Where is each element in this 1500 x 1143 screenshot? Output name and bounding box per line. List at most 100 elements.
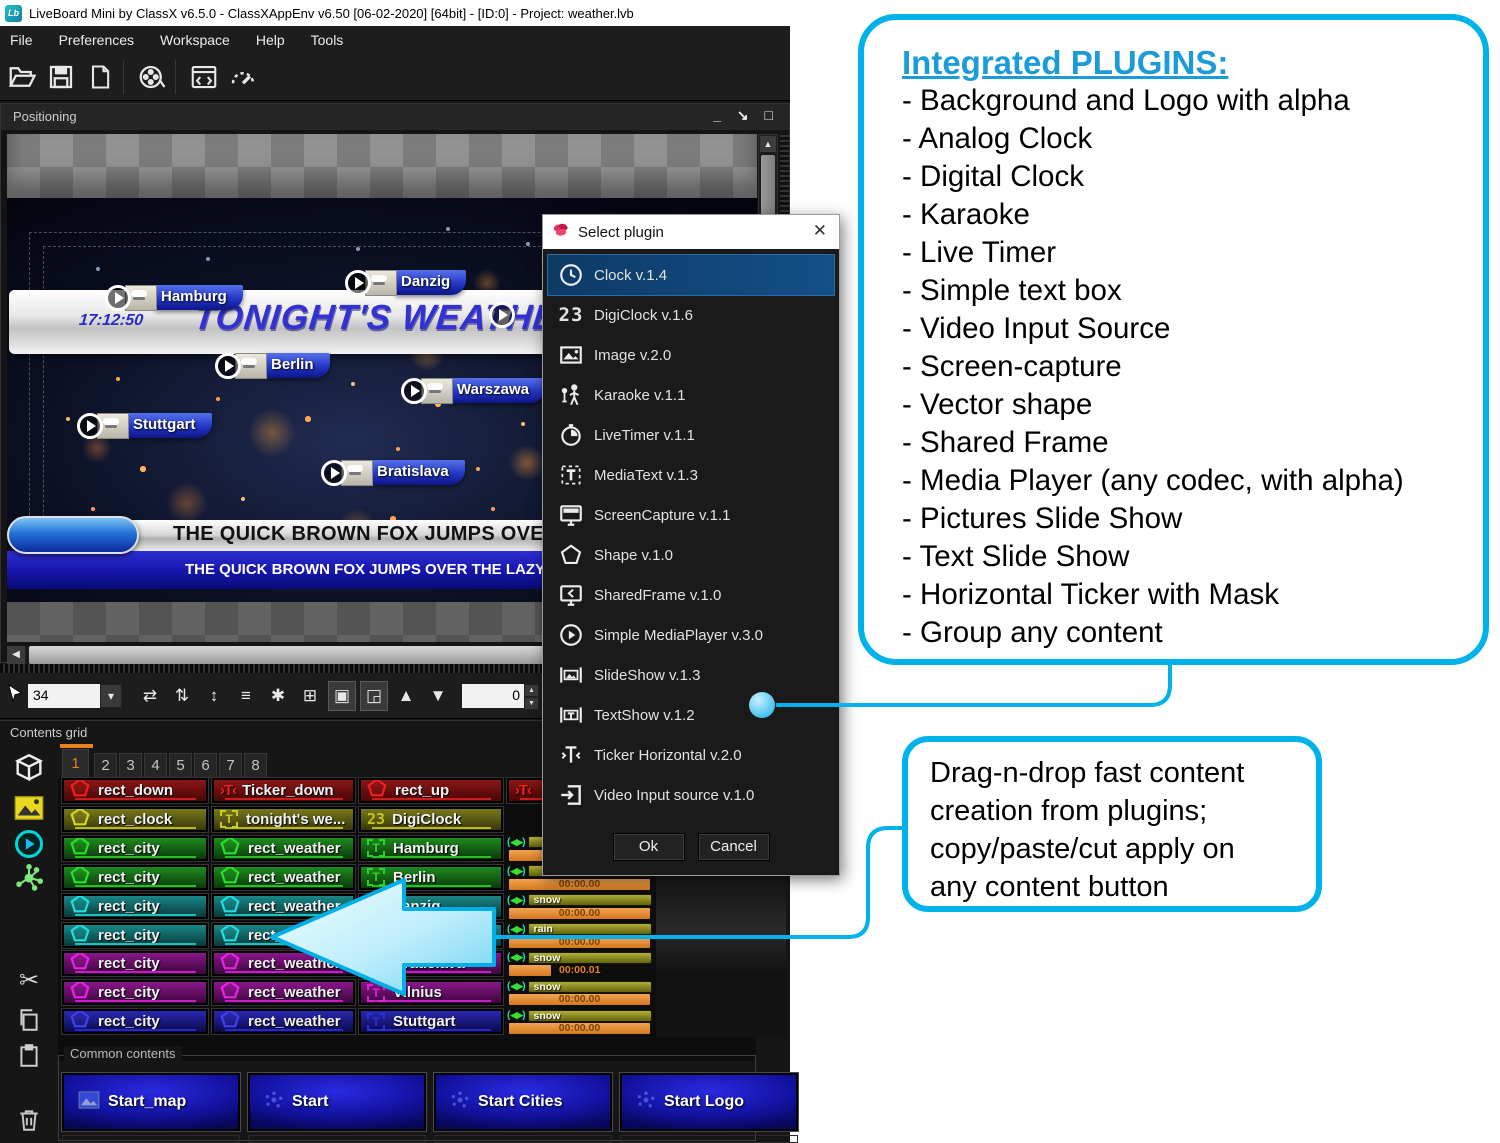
content-button[interactable]: rect_weather [212,1009,355,1034]
city-label-hamburg[interactable]: Hamburg [105,284,243,311]
tab-1[interactable]: 1 [62,749,89,778]
tab-5[interactable]: 5 [169,753,192,778]
tab-6[interactable]: 6 [194,753,217,778]
panel-window-buttons[interactable]: _ ↘ □ [713,107,779,124]
play-content-icon[interactable] [11,827,47,861]
plugin-item-livetimer[interactable]: LiveTimer v.1.1 [548,415,834,455]
content-button[interactable]: rect_up [359,778,503,803]
center-object-icon[interactable]: ✱ [264,681,292,711]
content-button[interactable]: rect_city [62,951,208,976]
dialog-titlebar[interactable]: Select plugin ✕ [543,215,839,249]
common-button-start-logo[interactable]: Start Logo [620,1073,798,1131]
media-cell[interactable]: (◀▶)snow 00:00.00 [507,894,652,919]
content-button[interactable]: THamburg [359,836,503,861]
spinner-buttons[interactable]: ▲▼ [524,684,539,708]
media-reel-icon[interactable] [135,60,169,94]
align-top-icon[interactable]: ⇅ [168,681,196,711]
paste-icon[interactable] [11,1039,47,1073]
scale-mode-icon[interactable]: ◲ [360,681,388,711]
copy-icon[interactable] [11,1003,47,1037]
content-button[interactable]: Ttonight's we... [212,807,355,832]
plugin-item-shape[interactable]: Shape v.1.0 [548,535,834,575]
tab-4[interactable]: 4 [144,753,167,778]
plugin-item-slideshow[interactable]: SlideShow v.1.3 [548,655,834,695]
menu-preferences[interactable]: Preferences [59,32,134,48]
common-button-start-cities[interactable]: Start Cities [434,1073,612,1131]
content-button[interactable]: rect_city [62,865,208,890]
media-cell[interactable]: (◀▶)rain 00:00.00 [507,923,652,948]
content-button[interactable]: rect_city [62,894,208,919]
plugin-item-sharedframe[interactable]: SharedFrame v.1.0 [548,575,834,615]
content-button[interactable]: TStuttgart [359,1009,503,1034]
plugin-item-mediatext[interactable]: MediaText v.1.3 [548,455,834,495]
ok-button[interactable]: Ok [613,833,685,861]
plugin-item-karaoke[interactable]: Karaoke v.1.1 [548,375,834,415]
distribute-rows-icon[interactable]: ≡ [232,681,260,711]
content-button[interactable]: ›T‹Ticker_down [212,778,355,803]
open-project-icon[interactable] [5,60,39,94]
border-mode-icon[interactable]: ▣ [328,681,356,711]
scroll-left-button[interactable]: ◀ [7,646,25,664]
plugin-item-image[interactable]: Image v.2.0 [548,335,834,375]
plugin-item-videoinput[interactable]: Video Input source v.1.0 [548,775,834,815]
scroll-up-button[interactable]: ▲ [760,136,776,152]
tab-8[interactable]: 8 [244,753,267,778]
plugin-item-ticker[interactable]: Ticker Horizontal v.2.0 [548,735,834,775]
content-button[interactable]: rect_weather [212,951,355,976]
layer-up-icon[interactable]: ▲ [392,681,420,711]
media-cell[interactable]: (◀▶)snow 00:00.01 [507,951,652,976]
save-project-icon[interactable] [44,60,78,94]
city-label-stuttgart[interactable]: Stuttgart [77,412,212,439]
resize-vertical-icon[interactable]: ↕ [200,681,228,711]
media-cell[interactable]: (◀▶)snow 00:00.00 [507,1009,652,1034]
grid-view-icon[interactable]: ⊞ [296,681,324,711]
new-document-icon[interactable] [83,60,117,94]
plugin-item-clock[interactable]: Clock v.1.4 [548,255,834,295]
content-button[interactable]: rect_down [62,778,208,803]
cursor-tool-icon[interactable] [6,683,24,708]
content-button[interactable]: rect_city [62,980,208,1005]
city-label-warszawa[interactable]: Warszawa [401,377,545,404]
offset-spinner-input[interactable]: 0 [462,684,524,708]
menu-workspace[interactable]: Workspace [160,32,230,48]
content-button[interactable]: rect_city [62,836,208,861]
content-button[interactable]: rect_clock [62,807,208,832]
city-label-berlin[interactable]: Berlin [215,352,330,379]
grid-size-input[interactable]: 34 [28,684,100,708]
tab-3[interactable]: 3 [119,753,142,778]
layer-down-icon[interactable]: ▼ [424,681,452,711]
cube-3d-icon[interactable] [11,751,47,785]
cut-icon[interactable]: ✂ [11,963,47,997]
content-button[interactable]: rect_weather [212,980,355,1005]
content-button[interactable]: 23DigiClock [359,807,503,832]
tab-7[interactable]: 7 [219,753,242,778]
content-button[interactable]: TBratislava [359,951,503,976]
city-label-clipped[interactable] [489,301,515,328]
grid-size-dropdown[interactable]: ▾ [100,684,122,708]
menu-help[interactable]: Help [256,32,285,48]
content-button[interactable]: rect_city [62,923,208,948]
trash-icon[interactable] [11,1103,47,1137]
align-horizontal-icon[interactable]: ⇄ [136,681,164,711]
content-button[interactable]: Twarszawa [359,923,503,948]
media-cell[interactable]: (◀▶)snow 00:00.00 [507,980,652,1005]
content-button[interactable]: rect_weather [212,894,355,919]
menu-file[interactable]: File [10,32,33,48]
performance-gauge-icon[interactable] [226,60,260,94]
menu-tools[interactable]: Tools [311,32,344,48]
plugin-item-mediaplayer[interactable]: Simple MediaPlayer v.3.0 [548,615,834,655]
content-button[interactable]: Tdanzig [359,894,503,919]
tab-2[interactable]: 2 [94,753,117,778]
image-content-icon[interactable] [11,791,47,825]
effects-hub-icon[interactable] [11,861,47,895]
city-label-danzig[interactable]: Danzig [345,269,466,296]
code-window-icon[interactable] [187,60,221,94]
plugin-item-screencapture[interactable]: ScreenCapture v.1.1 [548,495,834,535]
content-button[interactable]: rect_city [62,1009,208,1034]
content-button[interactable]: rect_weather [212,865,355,890]
city-label-bratislava[interactable]: Bratislava [321,459,465,486]
content-button[interactable]: rect_weather [212,836,355,861]
plugin-item-textshow[interactable]: TextShow v.1.2 [548,695,834,735]
content-button[interactable]: rect_weather [212,923,355,948]
content-button[interactable]: TVilnius [359,980,503,1005]
